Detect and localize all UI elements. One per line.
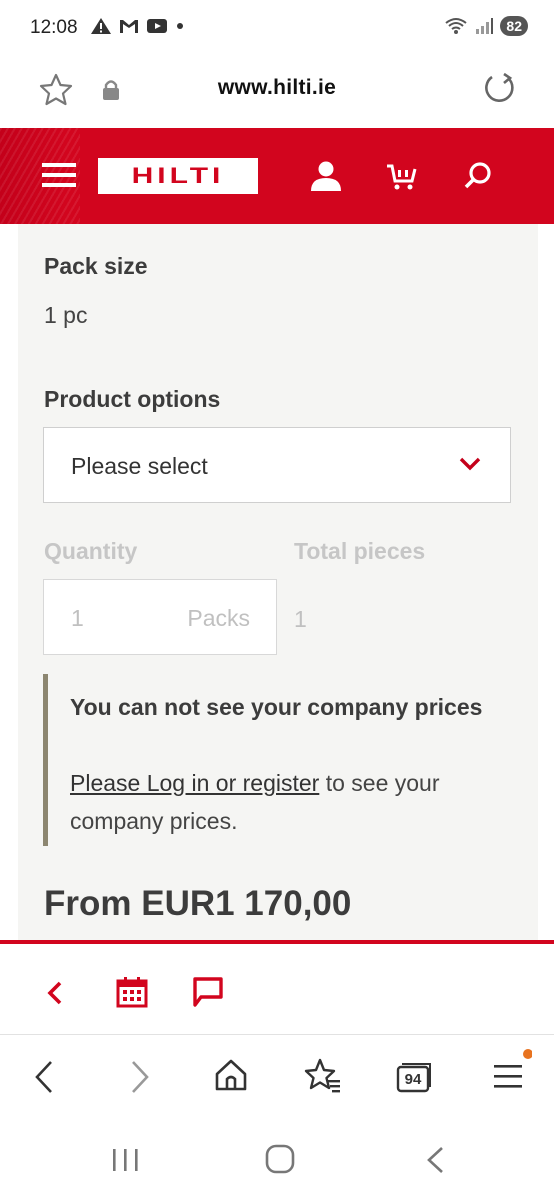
- tabs-count: 94: [404, 1071, 422, 1088]
- account-icon[interactable]: [308, 160, 344, 192]
- signal-icon: [476, 18, 494, 34]
- warning-icon: [91, 18, 111, 34]
- reload-icon[interactable]: [480, 70, 518, 108]
- chat-icon[interactable]: [192, 976, 224, 1008]
- battery-indicator: 82: [500, 16, 528, 36]
- back-arrow-icon[interactable]: [44, 980, 66, 1006]
- hilti-logo[interactable]: HILTI: [98, 158, 258, 194]
- system-icons: 82: [444, 16, 528, 36]
- total-pieces-label: Total pieces: [294, 538, 426, 564]
- total-pieces-value: 1: [294, 606, 307, 632]
- notice-title: You can not see your company prices: [70, 694, 483, 720]
- recents-icon[interactable]: [110, 1147, 142, 1173]
- select-placeholder: Please select: [71, 453, 208, 479]
- home-button-icon[interactable]: [264, 1143, 296, 1175]
- status-time: 12:08: [30, 17, 78, 38]
- product-options-select[interactable]: Please select: [43, 427, 511, 503]
- quantity-input[interactable]: 1 Packs: [43, 579, 277, 655]
- browser-toolbar: 94: [0, 1035, 554, 1125]
- site-header: HILTI: [0, 128, 554, 224]
- system-back-icon[interactable]: [424, 1145, 446, 1175]
- menu-icon[interactable]: [42, 161, 76, 189]
- browser-menu-icon[interactable]: [492, 1047, 532, 1097]
- sticky-action-bar: [0, 940, 554, 1035]
- tabs-button[interactable]: 94: [396, 1061, 432, 1093]
- price: From EUR1 170,00: [44, 884, 352, 923]
- notice-body: Please Log in or register to see your co…: [70, 764, 510, 840]
- quantity-label: Quantity: [44, 538, 138, 564]
- browser-forward-icon[interactable]: [128, 1059, 152, 1095]
- product-options-label: Product options: [44, 386, 221, 412]
- system-nav-bar: [0, 1125, 554, 1200]
- pack-size-label: Pack size: [44, 253, 148, 279]
- youtube-icon: [147, 19, 167, 33]
- dot-icon: [177, 23, 183, 29]
- cart-icon[interactable]: [386, 161, 418, 191]
- search-icon[interactable]: [463, 161, 493, 191]
- url-text[interactable]: www.hilti.ie: [0, 76, 554, 100]
- browser-back-icon[interactable]: [32, 1059, 56, 1095]
- product-panel: Pack size 1 pc Product options Please se…: [18, 224, 538, 940]
- quantity-unit: Packs: [187, 605, 250, 631]
- gmail-icon: [120, 20, 138, 33]
- browser-url-bar: www.hilti.ie: [0, 56, 554, 128]
- login-notice: You can not see your company prices Plea…: [43, 674, 513, 846]
- home-icon[interactable]: [213, 1057, 249, 1093]
- status-bar: 12:08 82: [0, 0, 554, 56]
- calendar-icon[interactable]: [116, 976, 148, 1008]
- login-register-link[interactable]: Please Log in or register: [70, 770, 319, 796]
- pack-size-value: 1 pc: [44, 302, 88, 328]
- wifi-icon: [445, 18, 468, 34]
- logo-text: HILTI: [131, 163, 225, 188]
- notification-icons: [90, 16, 186, 36]
- quantity-value: 1: [71, 605, 84, 631]
- bookmarks-icon[interactable]: [303, 1057, 343, 1095]
- chevron-down-icon: [459, 457, 481, 471]
